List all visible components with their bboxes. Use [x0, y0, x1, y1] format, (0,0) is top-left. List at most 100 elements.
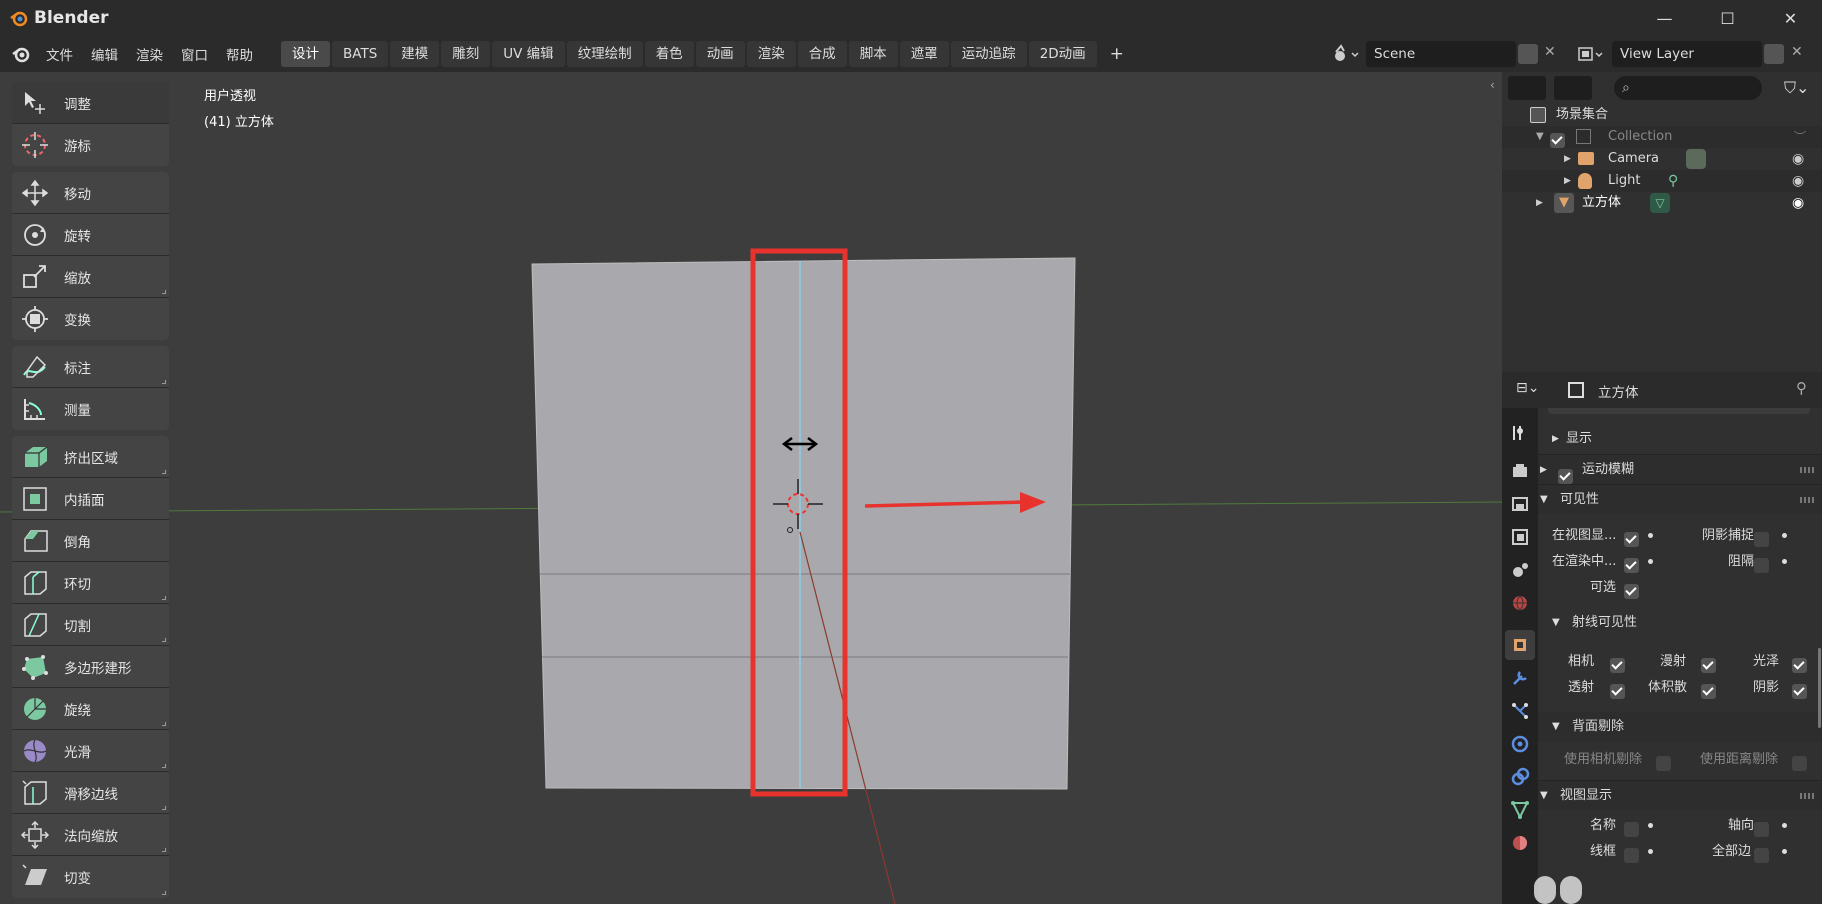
- expand-arrow-icon[interactable]: ▶: [1564, 148, 1571, 170]
- tool-edge-slide[interactable]: 滑移边线: [12, 772, 169, 814]
- panel-viewport-display-header[interactable]: ▼ 视图显示: [1538, 780, 1822, 810]
- tab-uv-editing[interactable]: UV 编辑: [492, 41, 565, 67]
- render-tab-icon[interactable]: [1505, 456, 1535, 486]
- tool-measure[interactable]: 测量: [12, 388, 169, 430]
- outliner-row-light[interactable]: ▶ Light ⚲ ◉: [1502, 170, 1822, 192]
- panel-culling-header[interactable]: ▼ 背面剔除: [1538, 712, 1822, 742]
- show-wireframe-checkbox[interactable]: [1624, 848, 1639, 863]
- tool-annotate[interactable]: 标注: [12, 346, 169, 388]
- world-tab-icon[interactable]: [1505, 588, 1535, 618]
- remove-view-layer-icon[interactable]: ✕: [1791, 44, 1803, 60]
- visibility-eye-icon[interactable]: ◉: [1792, 170, 1804, 192]
- ray-glossy-checkbox[interactable]: [1792, 658, 1807, 673]
- tab-animation[interactable]: 动画: [695, 41, 745, 67]
- close-button[interactable]: ✕: [1759, 0, 1822, 36]
- tool-spin[interactable]: 旋绕: [12, 688, 169, 730]
- data-tab-icon[interactable]: [1505, 795, 1535, 825]
- tool-smooth[interactable]: 光滑: [12, 730, 169, 772]
- keyframe-dot-icon[interactable]: [1648, 823, 1653, 828]
- tab-texture-paint[interactable]: 纹理绘制: [566, 41, 643, 67]
- outliner-search-input[interactable]: ⌕: [1614, 76, 1762, 100]
- drag-handle-icon[interactable]: [1800, 497, 1814, 503]
- expand-arrow-icon[interactable]: ▶: [1536, 192, 1543, 214]
- view-layer-field[interactable]: View Layer: [1612, 41, 1762, 67]
- tool-transform[interactable]: 变换: [12, 298, 169, 340]
- selectable-checkbox[interactable]: [1624, 584, 1639, 599]
- tab-bats[interactable]: BATS: [332, 41, 389, 67]
- particles-tab-icon[interactable]: [1505, 696, 1535, 726]
- tab-scripting[interactable]: 脚本: [848, 41, 898, 67]
- shadow-catcher-checkbox[interactable]: [1754, 532, 1769, 547]
- ray-camera-checkbox[interactable]: [1610, 658, 1625, 673]
- add-workspace-button[interactable]: +: [1099, 41, 1135, 67]
- mesh-data-icon[interactable]: ▽: [1650, 193, 1670, 213]
- 3d-viewport[interactable]: ‹: [0, 72, 1502, 904]
- ray-shadow-checkbox[interactable]: [1792, 684, 1807, 699]
- filter-icon[interactable]: ⛉⌄: [1784, 76, 1818, 100]
- expand-arrow-icon[interactable]: ▶: [1564, 170, 1571, 192]
- distance-cull-checkbox[interactable]: [1792, 756, 1807, 771]
- scene-tab-icon[interactable]: [1505, 555, 1535, 585]
- tab-shading[interactable]: 着色: [644, 41, 694, 67]
- show-in-viewport-checkbox[interactable]: [1624, 532, 1639, 547]
- panel-visibility-header[interactable]: ▼ 可见性: [1538, 484, 1822, 514]
- menu-file[interactable]: 文件: [46, 44, 73, 64]
- visibility-eye-icon[interactable]: ◉: [1792, 192, 1804, 214]
- tool-knife[interactable]: 切割: [12, 604, 169, 646]
- drag-handle-icon[interactable]: [1800, 793, 1814, 799]
- tool-extrude-region[interactable]: 挤出区域: [12, 436, 169, 478]
- keyframe-dot-icon[interactable]: [1782, 559, 1787, 564]
- show-name-checkbox[interactable]: [1624, 822, 1639, 837]
- outliner-row-scene-collection[interactable]: 场景集合: [1502, 104, 1822, 126]
- camera-cull-checkbox[interactable]: [1656, 756, 1671, 771]
- tool-rotate[interactable]: 旋转: [12, 214, 169, 256]
- tab-layout[interactable]: 设计: [281, 41, 330, 67]
- tool-settings-tab-icon[interactable]: [1505, 418, 1535, 448]
- show-in-render-checkbox[interactable]: [1624, 558, 1639, 573]
- ray-transmission-checkbox[interactable]: [1610, 684, 1625, 699]
- outliner-row-cube[interactable]: ▶ ▼ 立方体 ▽ ◉: [1502, 192, 1822, 214]
- motion-blur-checkbox[interactable]: [1558, 469, 1573, 484]
- show-all-edges-checkbox[interactable]: [1754, 848, 1769, 863]
- expand-arrow-icon[interactable]: ▼: [1536, 126, 1544, 148]
- keyframe-dot-icon[interactable]: [1782, 533, 1787, 538]
- tool-poly-build[interactable]: 多边形建形: [12, 646, 169, 688]
- visibility-eye-icon[interactable]: ◉: [1792, 148, 1804, 170]
- view-layer-selector-icon[interactable]: [1577, 44, 1605, 64]
- modifier-tab-icon[interactable]: [1505, 663, 1535, 693]
- drag-handle-icon[interactable]: [1800, 467, 1814, 473]
- keyframe-dot-icon[interactable]: [1782, 849, 1787, 854]
- constraints-tab-icon[interactable]: [1505, 762, 1535, 792]
- maximize-button[interactable]: ☐: [1696, 0, 1759, 36]
- tool-scale[interactable]: 缩放: [12, 256, 169, 298]
- keyframe-dot-icon[interactable]: [1782, 823, 1787, 828]
- object-tab-icon[interactable]: [1505, 630, 1535, 660]
- tab-2d-animation[interactable]: 2D动画: [1028, 41, 1097, 67]
- tool-shear[interactable]: 切变: [12, 856, 169, 898]
- outliner-row-collection[interactable]: ▼ Collection ︶: [1502, 126, 1822, 148]
- keyframe-dot-icon[interactable]: [1648, 849, 1653, 854]
- menu-help[interactable]: 帮助: [226, 44, 253, 64]
- minimize-button[interactable]: —: [1633, 0, 1696, 36]
- collapse-region-icon[interactable]: ‹: [1490, 78, 1495, 92]
- tool-move[interactable]: 移动: [12, 172, 169, 214]
- panel-motion-blur-header[interactable]: ▶ 运动模糊: [1538, 454, 1822, 484]
- holdout-checkbox[interactable]: [1754, 558, 1769, 573]
- editor-type-icon[interactable]: ⊟⌄: [1516, 380, 1546, 400]
- new-scene-icon[interactable]: [1518, 44, 1538, 64]
- tool-bevel[interactable]: 倒角: [12, 520, 169, 562]
- material-tab-icon[interactable]: [1505, 828, 1535, 858]
- keyframe-dot-icon[interactable]: [1648, 533, 1653, 538]
- light-data-icon[interactable]: ⚲: [1668, 170, 1678, 192]
- keyframe-dot-icon[interactable]: [1648, 559, 1653, 564]
- tab-rendering[interactable]: 渲染: [746, 41, 796, 67]
- tab-masking[interactable]: 遮罩: [899, 41, 949, 67]
- blender-menu-icon[interactable]: [10, 43, 32, 65]
- physics-tab-icon[interactable]: [1505, 729, 1535, 759]
- tool-cursor[interactable]: 游标: [12, 124, 169, 166]
- tab-sculpting[interactable]: 雕刻: [441, 41, 491, 67]
- tab-compositing[interactable]: 合成: [797, 41, 847, 67]
- show-axis-checkbox[interactable]: [1754, 822, 1769, 837]
- menu-window[interactable]: 窗口: [181, 44, 208, 64]
- properties-scrollbar[interactable]: [1818, 648, 1821, 728]
